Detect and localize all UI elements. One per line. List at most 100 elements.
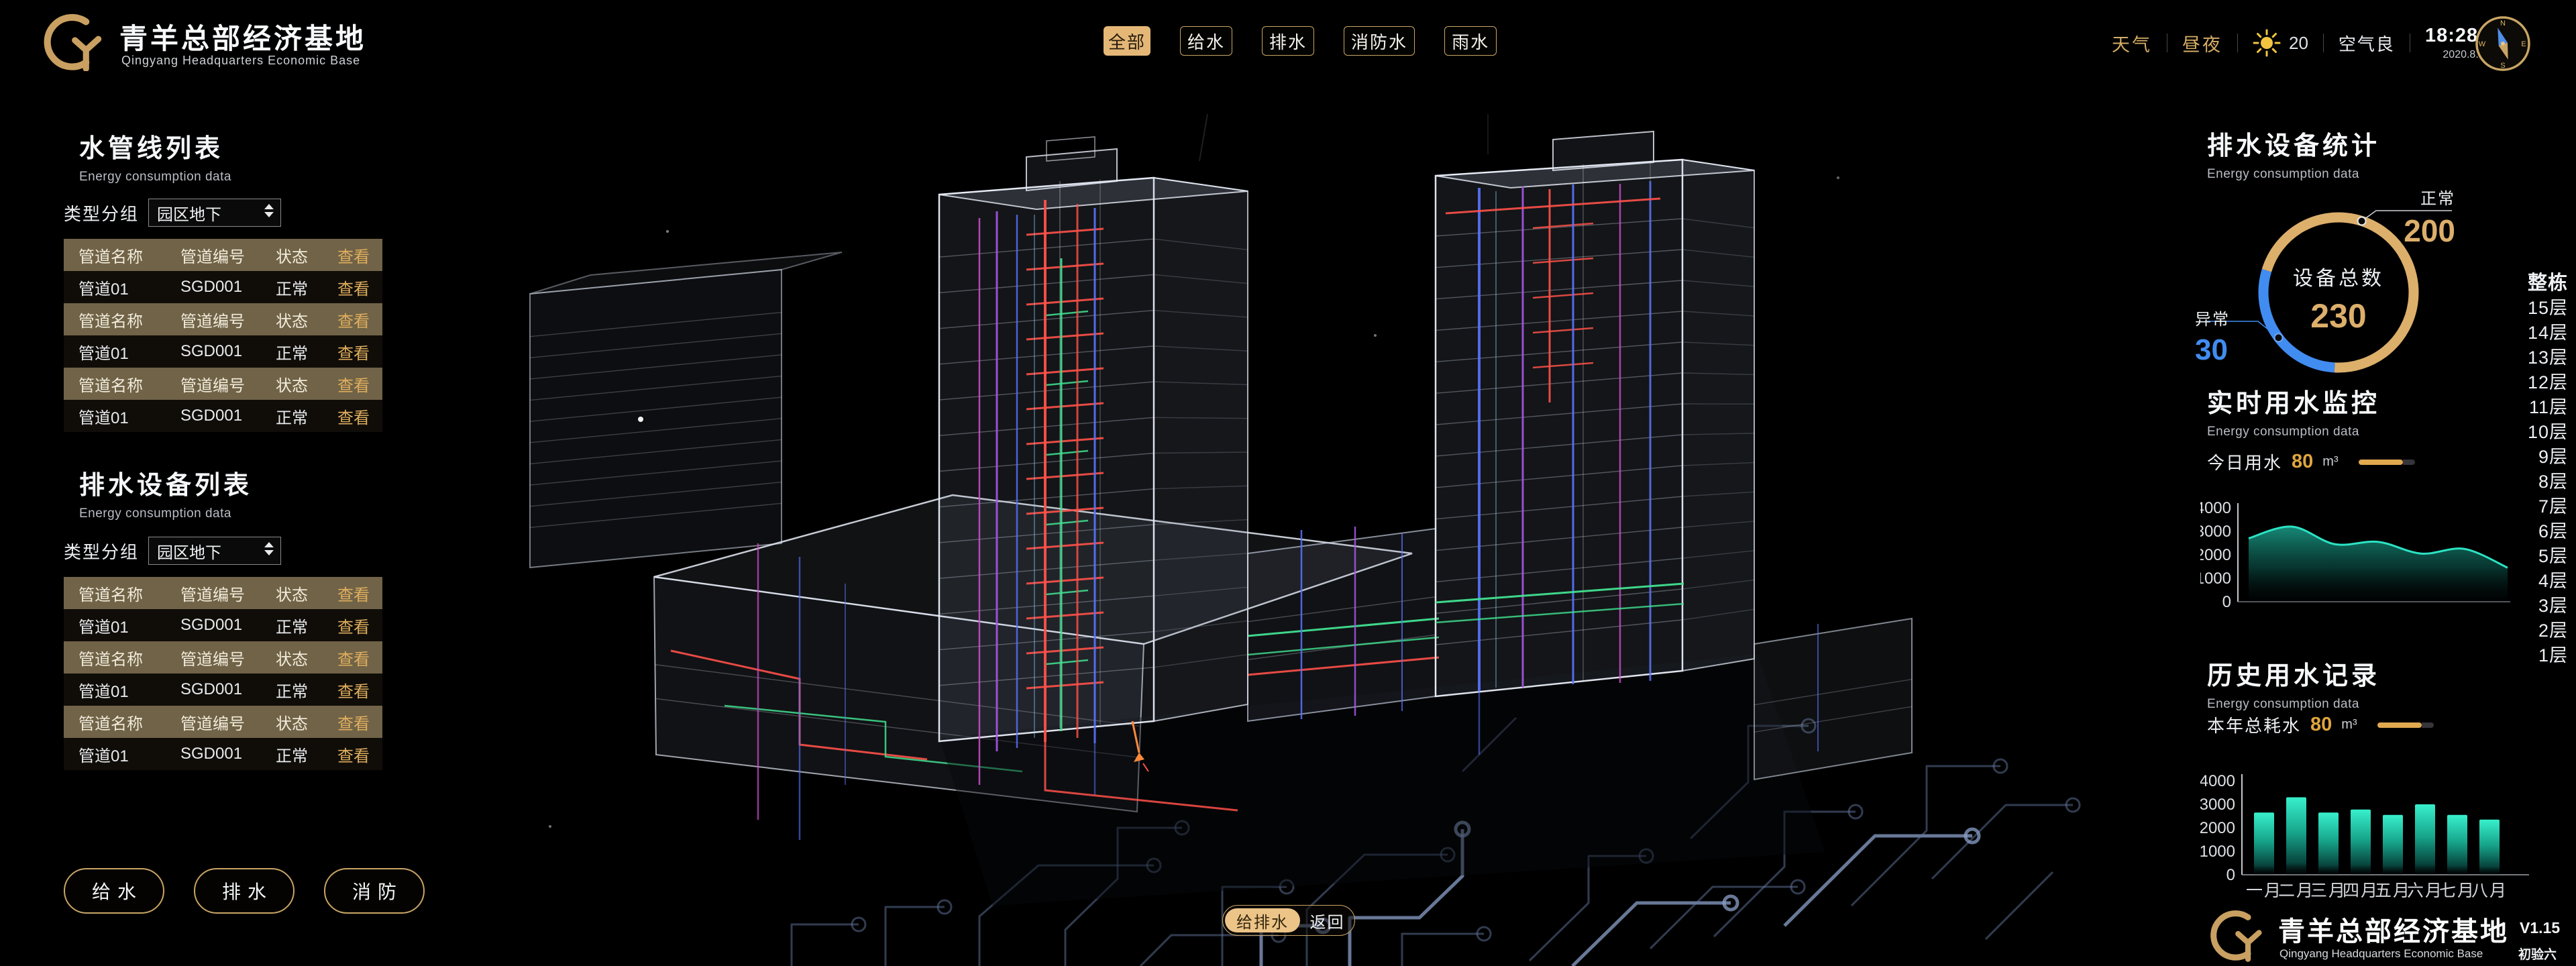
select-arrows-icon — [264, 204, 274, 217]
svg-text:4000: 4000 — [2200, 500, 2231, 517]
floor-item-4[interactable]: 12层 — [2528, 370, 2568, 395]
svg-text:W: W — [2479, 40, 2486, 48]
table-cell: SGD001 — [180, 745, 276, 763]
view-link[interactable]: 查看 — [337, 276, 382, 299]
today-usage-unit: m³ — [2322, 454, 2338, 470]
year-usage-label: 本年总耗水 — [2207, 712, 2301, 737]
tower-right — [1436, 131, 1754, 755]
table-cell: 管道名称 — [64, 646, 180, 669]
svg-text:0: 0 — [2222, 593, 2231, 611]
weather-toggle[interactable]: 天气 — [2112, 30, 2152, 56]
filter-label: 类型分组 — [64, 539, 139, 564]
tab-rain-water[interactable]: 雨水 — [1444, 26, 1497, 56]
table-row: 管道01SGD001正常查看 — [64, 400, 382, 432]
daynight-toggle[interactable]: 昼夜 — [2182, 30, 2222, 56]
floor-item-6[interactable]: 10层 — [2528, 420, 2568, 445]
floor-item-3[interactable]: 13层 — [2528, 345, 2568, 370]
view-link[interactable]: 查看 — [337, 614, 382, 637]
floor-item-12[interactable]: 4层 — [2528, 569, 2568, 594]
floor-item-10[interactable]: 6层 — [2528, 519, 2568, 544]
system-filter-tabs: 全部 给水 排水 消防水 雨水 — [1104, 26, 1497, 56]
svg-text:2000: 2000 — [2200, 546, 2231, 564]
table-cell: 管道名称 — [64, 372, 180, 396]
fire-button[interactable]: 消防 — [324, 868, 425, 914]
view-link[interactable]: 查看 — [337, 244, 382, 267]
table-row: 管道01SGD001正常查看 — [64, 335, 382, 368]
view-link[interactable]: 查看 — [337, 646, 382, 669]
tab-fire-water[interactable]: 消防水 — [1344, 26, 1415, 56]
table-cell: 管道编号 — [180, 646, 276, 669]
floor-selector: 整栋15层14层13层12层11层10层9层8层7层6层5层4层3层2层1层 — [2528, 271, 2568, 668]
table-cell: 管道01 — [64, 678, 180, 702]
floor-item-0[interactable]: 整栋 — [2528, 271, 2568, 296]
compass-icon[interactable]: N E S W — [2474, 15, 2532, 72]
donut-center-label: 设备总数 — [2258, 262, 2419, 291]
abnormal-value: 30 — [2195, 333, 2230, 367]
realtime-subtitle: Energy consumption data — [2207, 425, 2380, 439]
usage-indicator-bar — [2377, 722, 2422, 728]
version-label: V1.15 — [2520, 919, 2560, 937]
svg-text:1000: 1000 — [2200, 843, 2235, 861]
filter-label: 类型分组 — [64, 201, 139, 225]
footer-brand-subtitle: Qingyang Headquarters Economic Base — [2279, 947, 2483, 961]
drainage-button[interactable]: 排水 — [194, 868, 294, 914]
view-link[interactable]: 查看 — [337, 582, 382, 605]
usage-indicator-bar — [2359, 460, 2403, 465]
table-cell: 正常 — [276, 678, 337, 702]
view-link[interactable]: 查看 — [337, 372, 382, 396]
floor-item-11[interactable]: 5层 — [2528, 544, 2568, 569]
table-cell: 管道名称 — [64, 582, 180, 605]
temperature-value: 20 — [2289, 33, 2308, 54]
table-header-row: 管道名称管道编号状态查看 — [64, 303, 382, 335]
type-group-select[interactable]: 园区地下 — [148, 199, 281, 227]
panel-title-pipelines: 水管线列表 — [79, 127, 231, 164]
history-title: 历史用水记录 — [2207, 655, 2380, 692]
floor-item-7[interactable]: 9层 — [2528, 445, 2568, 470]
table-cell: 状态 — [276, 244, 337, 267]
table-header-row: 管道名称管道编号状态查看 — [64, 577, 382, 609]
mode-water-drainage[interactable]: 给排水 — [1225, 908, 1300, 932]
tab-drainage[interactable]: 排水 — [1262, 26, 1314, 56]
table-cell: SGD001 — [180, 342, 276, 361]
table-cell: 管道01 — [64, 614, 180, 637]
view-link[interactable]: 查看 — [337, 405, 382, 428]
svg-text:五月: 五月 — [2375, 881, 2411, 900]
back-button[interactable]: 返回 — [1300, 909, 1354, 932]
table-cell: 管道名称 — [64, 710, 180, 734]
view-link[interactable]: 查看 — [337, 340, 382, 364]
floor-item-15[interactable]: 1层 — [2528, 643, 2568, 668]
today-usage-label: 今日用水 — [2207, 449, 2282, 474]
floor-item-14[interactable]: 2层 — [2528, 619, 2568, 643]
svg-text:N: N — [2500, 19, 2506, 28]
table-row: 管道01SGD001正常查看 — [64, 674, 382, 706]
table-cell: 管道编号 — [180, 582, 276, 605]
svg-text:一月: 一月 — [2246, 881, 2282, 900]
type-group-select-2[interactable]: 园区地下 — [148, 537, 281, 565]
water-supply-button[interactable]: 给水 — [64, 868, 164, 914]
table-cell: 状态 — [276, 646, 337, 669]
view-link[interactable]: 查看 — [337, 710, 382, 734]
mode-switcher: 给排水 返回 — [1222, 905, 1355, 936]
footer-logo-icon — [2208, 906, 2263, 962]
tab-all[interactable]: 全部 — [1104, 26, 1150, 56]
table-cell: 管道01 — [64, 405, 180, 428]
tab-water-supply[interactable]: 给水 — [1180, 26, 1232, 56]
view-link[interactable]: 查看 — [337, 678, 382, 702]
floor-item-5[interactable]: 11层 — [2528, 395, 2568, 420]
floor-item-1[interactable]: 15层 — [2528, 296, 2568, 321]
table-header-row: 管道名称管道编号状态查看 — [64, 706, 382, 738]
view-link[interactable]: 查看 — [337, 743, 382, 766]
table-cell: 管道名称 — [64, 244, 180, 267]
table-row: 管道01SGD001正常查看 — [64, 271, 382, 303]
floor-item-2[interactable]: 14层 — [2528, 321, 2568, 345]
view-link[interactable]: 查看 — [337, 308, 382, 331]
building-3d-viewport[interactable] — [510, 114, 2093, 966]
floor-item-9[interactable]: 7层 — [2528, 494, 2568, 519]
table-cell: SGD001 — [180, 680, 276, 699]
floor-item-8[interactable]: 8层 — [2528, 470, 2568, 494]
pipeline-table: 管道名称管道编号状态查看管道01SGD001正常查看管道名称管道编号状态查看管道… — [64, 239, 382, 432]
app-logo-icon — [42, 9, 103, 71]
table-cell: SGD001 — [180, 616, 276, 635]
svg-text:1000: 1000 — [2200, 570, 2231, 588]
floor-item-13[interactable]: 3层 — [2528, 594, 2568, 619]
